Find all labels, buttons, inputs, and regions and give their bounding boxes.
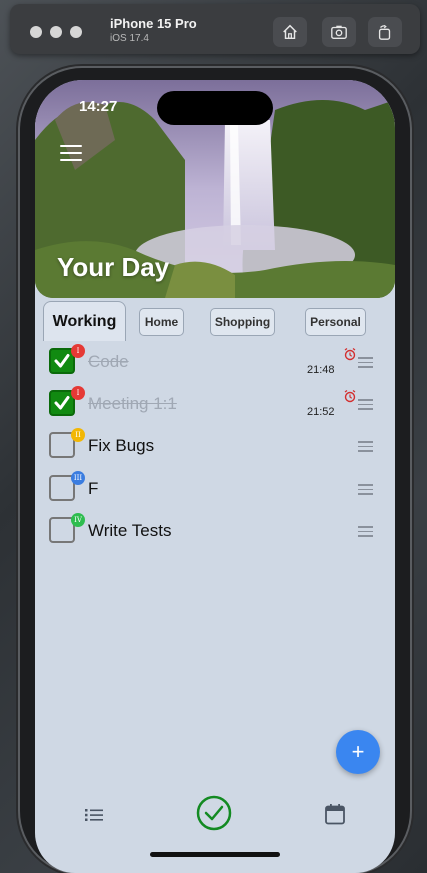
priority-badge: I [71, 344, 85, 358]
alarm-time: 21:52 [307, 406, 335, 418]
window-zoom-button[interactable] [70, 26, 82, 38]
task-row[interactable]: II Fix Bugs [35, 426, 395, 468]
app-screen: 14:27 Your Day Working Home Shopping Per… [35, 80, 395, 873]
alarm-icon [344, 389, 356, 403]
task-row[interactable]: I Code 21:48 [35, 342, 395, 384]
priority-badge: I [71, 386, 85, 400]
tab-working[interactable]: Working [43, 301, 126, 341]
screenshot-button[interactable] [322, 17, 356, 47]
rotate-icon [378, 24, 391, 40]
window-minimize-button[interactable] [50, 26, 62, 38]
rotate-button[interactable] [368, 17, 402, 47]
home-button[interactable] [273, 17, 307, 47]
category-tabs: Working Home Shopping Personal [35, 298, 395, 341]
drag-handle-icon[interactable] [358, 357, 373, 368]
task-title: Write Tests [88, 521, 172, 540]
drag-handle-icon[interactable] [358, 526, 373, 537]
tab-home[interactable]: Home [139, 308, 184, 336]
priority-badge: II [71, 428, 85, 442]
task-title: Meeting 1:1 [88, 394, 177, 413]
tab-personal[interactable]: Personal [305, 308, 366, 336]
home-icon [283, 24, 297, 40]
drag-handle-icon[interactable] [358, 484, 373, 495]
alarm-time: 21:48 [307, 364, 335, 376]
priority-badge: III [71, 471, 85, 485]
task-title: Code [88, 352, 129, 371]
calendar-icon[interactable] [324, 803, 346, 825]
dynamic-island [157, 91, 273, 125]
checkmark-icon [54, 354, 70, 368]
tab-shopping[interactable]: Shopping [210, 308, 275, 336]
drag-handle-icon[interactable] [358, 441, 373, 452]
page-title: Your Day [57, 252, 170, 282]
checkmark-icon [54, 396, 70, 410]
task-row[interactable]: III F [35, 469, 395, 511]
alarm-icon [344, 347, 356, 361]
simulator-toolbar: iPhone 15 Pro iOS 17.4 [10, 4, 420, 54]
home-indicator[interactable] [150, 852, 280, 857]
hamburger-menu-icon[interactable] [60, 145, 82, 163]
drag-handle-icon[interactable] [358, 399, 373, 410]
check-circle-icon[interactable] [196, 795, 232, 831]
bottom-navigation [35, 780, 395, 860]
add-task-button[interactable]: + [336, 730, 380, 774]
status-time: 14:27 [79, 98, 118, 115]
screenshot-icon [331, 25, 347, 39]
header-image: 14:27 Your Day [35, 80, 395, 298]
priority-badge: IV [71, 513, 85, 527]
task-row[interactable]: IV Write Tests [35, 511, 395, 553]
task-title: Fix Bugs [88, 436, 155, 455]
list-icon[interactable] [85, 808, 103, 822]
os-version: iOS 17.4 [110, 33, 149, 44]
window-close-button[interactable] [30, 26, 42, 38]
device-name: iPhone 15 Pro [110, 16, 197, 31]
task-row[interactable]: I Meeting 1:1 21:52 [35, 384, 395, 426]
task-title: F [88, 479, 99, 498]
